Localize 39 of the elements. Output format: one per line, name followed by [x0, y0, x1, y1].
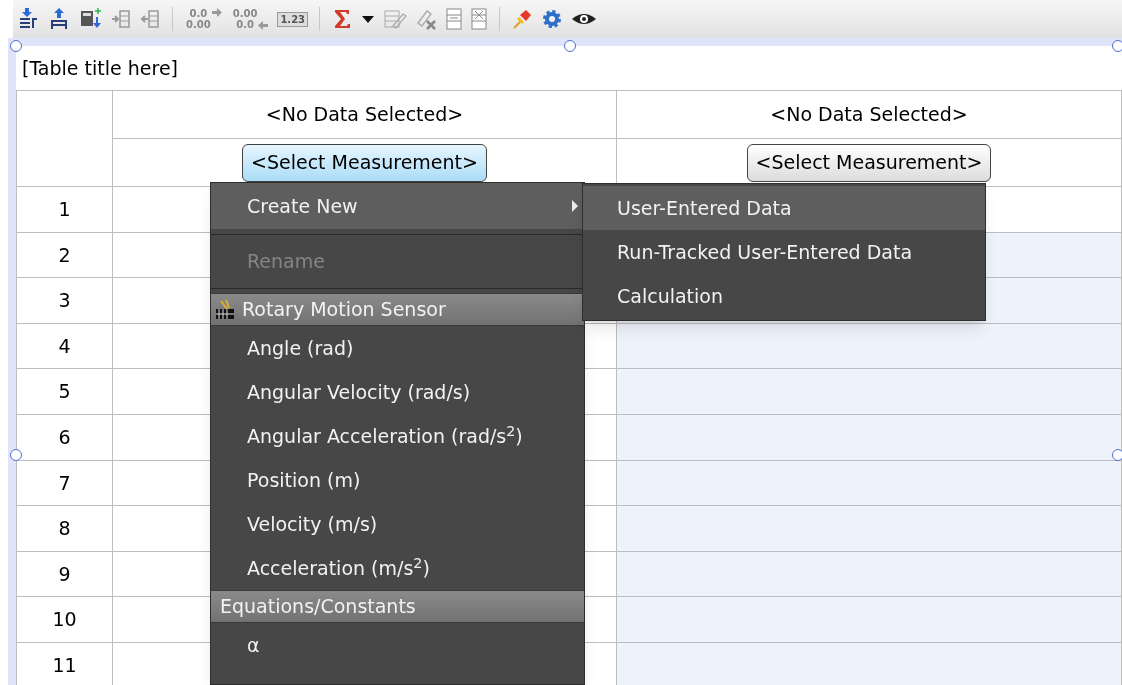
menu-section-label: Equations/Constants — [219, 594, 416, 620]
menu-item[interactable]: Angular Acceleration (rad/s$^{2}$) — [211, 414, 584, 458]
table-cell[interactable] — [617, 323, 1122, 370]
number-format-button[interactable]: 1.23 — [277, 11, 309, 27]
table-columns-icon[interactable] — [470, 7, 489, 31]
arrow-icon — [211, 8, 222, 17]
menu-item[interactable]: Angular Velocity (rad/s) — [211, 370, 584, 414]
table-rows-icon[interactable] — [445, 7, 464, 31]
resize-handle[interactable] — [1112, 40, 1122, 52]
submenu-item[interactable]: User-Entered Data — [583, 186, 985, 230]
pin-icon[interactable] — [511, 7, 534, 31]
add-column-icon[interactable] — [110, 7, 132, 31]
table-title[interactable]: [Table title here] — [16, 46, 1122, 90]
select-measurement-button[interactable]: <Select Measurement> — [242, 143, 487, 182]
select-measurement-button[interactable]: <Select Measurement> — [746, 143, 992, 182]
edit-table-icon[interactable] — [383, 7, 408, 31]
submenu-item[interactable]: Calculation — [583, 274, 985, 318]
resize-handle[interactable] — [1112, 449, 1122, 461]
menu-section-label: Rotary Motion Sensor — [242, 297, 446, 323]
table-cell[interactable] — [617, 551, 1122, 598]
menu-item[interactable]: Position (m) — [211, 458, 584, 502]
menu-item[interactable]: Angle (rad) — [211, 326, 584, 370]
table-cell[interactable] — [617, 460, 1122, 507]
arrow-icon — [258, 21, 269, 30]
column-header: <No Data Selected> — [113, 91, 617, 139]
menu-item[interactable]: Create New — [211, 183, 584, 229]
remove-column-icon[interactable] — [139, 7, 161, 31]
table-cell[interactable] — [617, 369, 1122, 415]
column-header: <No Data Selected> — [617, 91, 1122, 139]
submenu-item[interactable]: Run-Tracked User-Entered Data — [583, 230, 985, 274]
menu-item[interactable]: Velocity (m/s) — [211, 502, 584, 546]
menu-item: Rename — [246, 248, 326, 274]
table-cell[interactable] — [617, 597, 1122, 643]
submenu-arrow-icon — [572, 200, 578, 212]
menu-item[interactable]: Acceleration (m/s$^{2}$) — [211, 546, 584, 590]
table-cell[interactable] — [617, 642, 1122, 685]
table-cell[interactable] — [617, 414, 1122, 461]
table-cell[interactable] — [617, 506, 1122, 552]
menu-item[interactable]: α — [211, 623, 584, 667]
